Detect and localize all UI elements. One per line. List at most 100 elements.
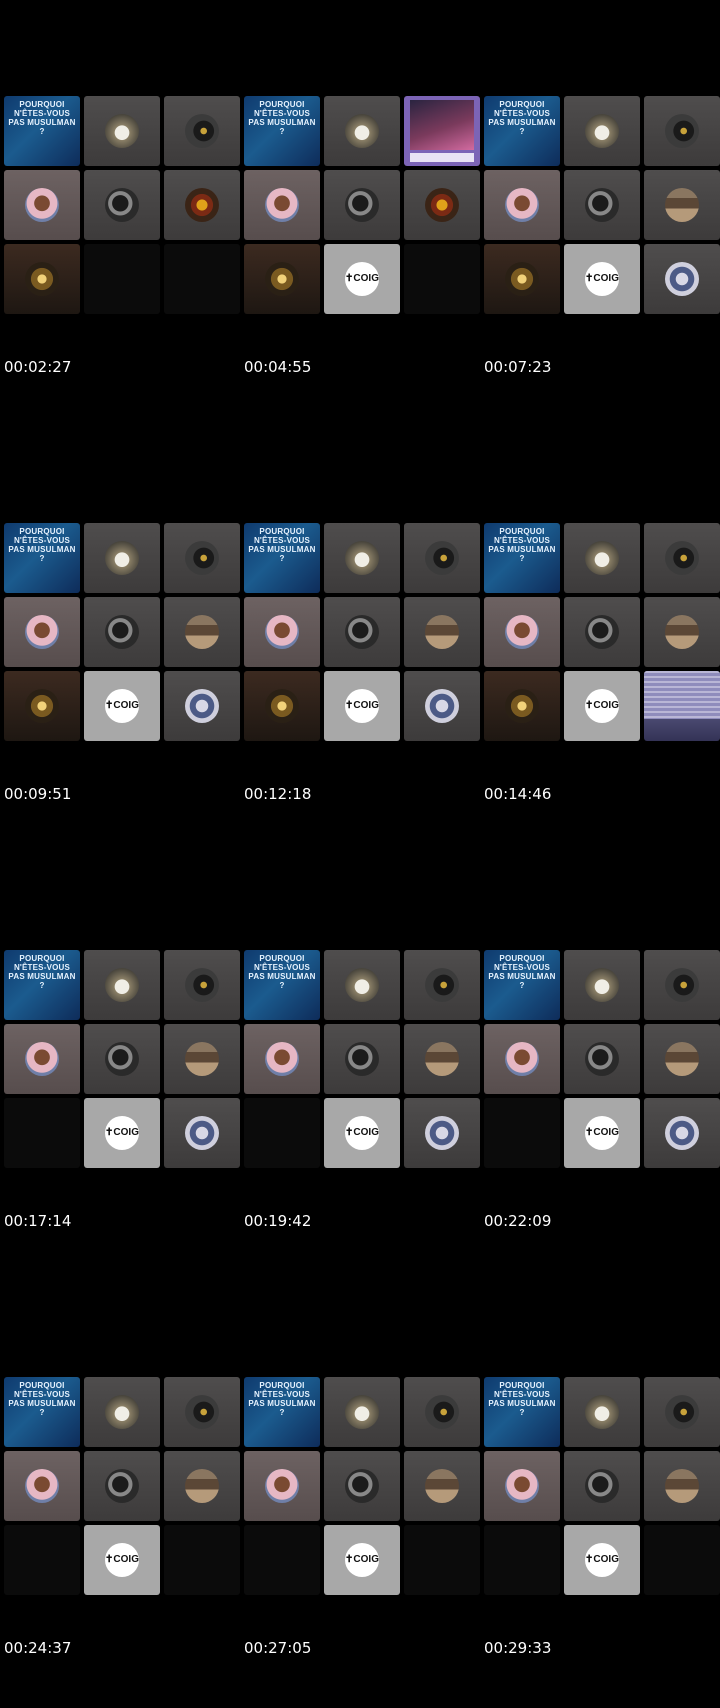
logo-text: ✝COIG: [345, 1554, 379, 1565]
participant-tile: [4, 1024, 80, 1094]
participant-tile: [484, 1451, 560, 1521]
participant-tile: [164, 1098, 240, 1168]
avatar: [25, 1042, 59, 1076]
participant-tile: [644, 1525, 720, 1595]
participant-tile: [404, 523, 480, 593]
channel-logo-avatar: ✝COIG: [105, 1543, 139, 1577]
participant-tile: [164, 1024, 240, 1094]
video-frame-thumbnail[interactable]: POURQUOI N'ÊTES-VOUS PAS MUSULMAN ? ✝COIG…: [480, 846, 720, 1273]
poster-title: POURQUOI N'ÊTES-VOUS PAS MUSULMAN ?: [488, 100, 556, 136]
participant-tile: [644, 1377, 720, 1447]
poster-title: POURQUOI N'ÊTES-VOUS PAS MUSULMAN ?: [488, 527, 556, 563]
avatar: [185, 689, 219, 723]
participant-tile: [164, 170, 240, 240]
participant-tile: [644, 523, 720, 593]
avatar: [585, 615, 619, 649]
participant-tile: POURQUOI N'ÊTES-VOUS PAS MUSULMAN ?: [4, 950, 80, 1020]
participant-tile: [644, 1024, 720, 1094]
avatar: [265, 615, 299, 649]
participant-tile: [564, 1451, 640, 1521]
participant-tile: POURQUOI N'ÊTES-VOUS PAS MUSULMAN ?: [244, 950, 320, 1020]
avatar: [505, 689, 539, 723]
channel-logo-avatar: ✝COIG: [345, 689, 379, 723]
video-frame-thumbnail[interactable]: POURQUOI N'ÊTES-VOUS PAS MUSULMAN ? ✝COIG…: [240, 846, 480, 1273]
participant-grid: POURQUOI N'ÊTES-VOUS PAS MUSULMAN ? ✝COIG: [4, 950, 240, 1170]
channel-logo-avatar: ✝COIG: [585, 1543, 619, 1577]
video-frame-thumbnail[interactable]: POURQUOI N'ÊTES-VOUS PAS MUSULMAN ? ✝COIG…: [240, 419, 480, 846]
avatar: [185, 615, 219, 649]
video-frame-thumbnail[interactable]: POURQUOI N'ÊTES-VOUS PAS MUSULMAN ? ✝COIG…: [0, 419, 240, 846]
participant-tile: [404, 244, 480, 314]
logo-text: ✝COIG: [585, 273, 619, 284]
avatar: [665, 114, 699, 148]
avatar: [585, 1395, 619, 1429]
participant-tile: [324, 523, 400, 593]
participant-tile: [164, 597, 240, 667]
participant-tile: [164, 1377, 240, 1447]
avatar: [425, 1042, 459, 1076]
avatar: [505, 1042, 539, 1076]
avatar: [25, 689, 59, 723]
avatar: [265, 689, 299, 723]
frame-timestamp: 00:04:55: [244, 358, 312, 376]
logo-text: ✝COIG: [585, 1127, 619, 1138]
avatar: [665, 615, 699, 649]
video-frame-thumbnail[interactable]: POURQUOI N'ÊTES-VOUS PAS MUSULMAN ? 00:02…: [0, 0, 240, 419]
participant-tile: [484, 1525, 560, 1595]
participant-tile: [404, 950, 480, 1020]
participant-tile: [164, 1525, 240, 1595]
participant-tile: ✝COIG: [324, 1525, 400, 1595]
avatar: [265, 1042, 299, 1076]
participant-tile: [164, 244, 240, 314]
participant-tile: [4, 1451, 80, 1521]
poster-title: POURQUOI N'ÊTES-VOUS PAS MUSULMAN ?: [248, 954, 316, 990]
participant-tile: [404, 96, 480, 166]
participant-tile: [564, 170, 640, 240]
participant-tile: POURQUOI N'ÊTES-VOUS PAS MUSULMAN ?: [484, 950, 560, 1020]
logo-text: ✝COIG: [585, 700, 619, 711]
video-frame-thumbnail[interactable]: POURQUOI N'ÊTES-VOUS PAS MUSULMAN ? ✝COIG…: [480, 419, 720, 846]
participant-tile: [404, 1024, 480, 1094]
avatar: [425, 1395, 459, 1429]
participant-tile: ✝COIG: [564, 244, 640, 314]
frame-timestamp: 00:27:05: [244, 1639, 312, 1657]
frame-timestamp: 00:22:09: [484, 1212, 552, 1230]
participant-tile: [164, 950, 240, 1020]
channel-logo-avatar: ✝COIG: [345, 262, 379, 296]
participant-tile: [84, 96, 160, 166]
participant-grid: POURQUOI N'ÊTES-VOUS PAS MUSULMAN ? ✝COIG: [4, 1377, 240, 1597]
frame-timestamp: 00:12:18: [244, 785, 312, 803]
participant-tile: [324, 96, 400, 166]
poster-title: POURQUOI N'ÊTES-VOUS PAS MUSULMAN ?: [248, 1381, 316, 1417]
participant-tile: [404, 1451, 480, 1521]
participant-tile: [644, 244, 720, 314]
participant-tile: POURQUOI N'ÊTES-VOUS PAS MUSULMAN ?: [4, 1377, 80, 1447]
video-frame-thumbnail[interactable]: POURQUOI N'ÊTES-VOUS PAS MUSULMAN ? ✝COIG…: [480, 0, 720, 419]
participant-tile: [644, 1451, 720, 1521]
participant-tile: [84, 950, 160, 1020]
participant-tile: ✝COIG: [84, 671, 160, 741]
avatar: [665, 1395, 699, 1429]
participant-tile: [84, 1024, 160, 1094]
avatar: [185, 1469, 219, 1503]
video-frame-thumbnail[interactable]: POURQUOI N'ÊTES-VOUS PAS MUSULMAN ? ✝COIG…: [0, 846, 240, 1273]
video-frame-thumbnail[interactable]: POURQUOI N'ÊTES-VOUS PAS MUSULMAN ? ✝COIG…: [480, 1273, 720, 1700]
participant-grid: POURQUOI N'ÊTES-VOUS PAS MUSULMAN ? ✝COIG: [484, 1377, 720, 1597]
avatar: [665, 1042, 699, 1076]
participant-tile: [644, 1098, 720, 1168]
channel-logo-avatar: ✝COIG: [585, 262, 619, 296]
avatar: [505, 188, 539, 222]
participant-tile: [244, 1024, 320, 1094]
participant-tile: [484, 1024, 560, 1094]
video-frame-thumbnail[interactable]: POURQUOI N'ÊTES-VOUS PAS MUSULMAN ? ✝COIG…: [240, 0, 480, 419]
video-frame-thumbnail[interactable]: POURQUOI N'ÊTES-VOUS PAS MUSULMAN ? ✝COIG…: [0, 1273, 240, 1700]
logo-text: ✝COIG: [585, 1554, 619, 1565]
video-frame-thumbnail[interactable]: POURQUOI N'ÊTES-VOUS PAS MUSULMAN ? ✝COIG…: [240, 1273, 480, 1700]
avatar: [25, 262, 59, 296]
logo-text: ✝COIG: [345, 700, 379, 711]
poster-title: POURQUOI N'ÊTES-VOUS PAS MUSULMAN ?: [8, 954, 76, 990]
avatar: [25, 1469, 59, 1503]
poster-title: POURQUOI N'ÊTES-VOUS PAS MUSULMAN ?: [248, 100, 316, 136]
participant-tile: [484, 244, 560, 314]
avatar: [665, 262, 699, 296]
